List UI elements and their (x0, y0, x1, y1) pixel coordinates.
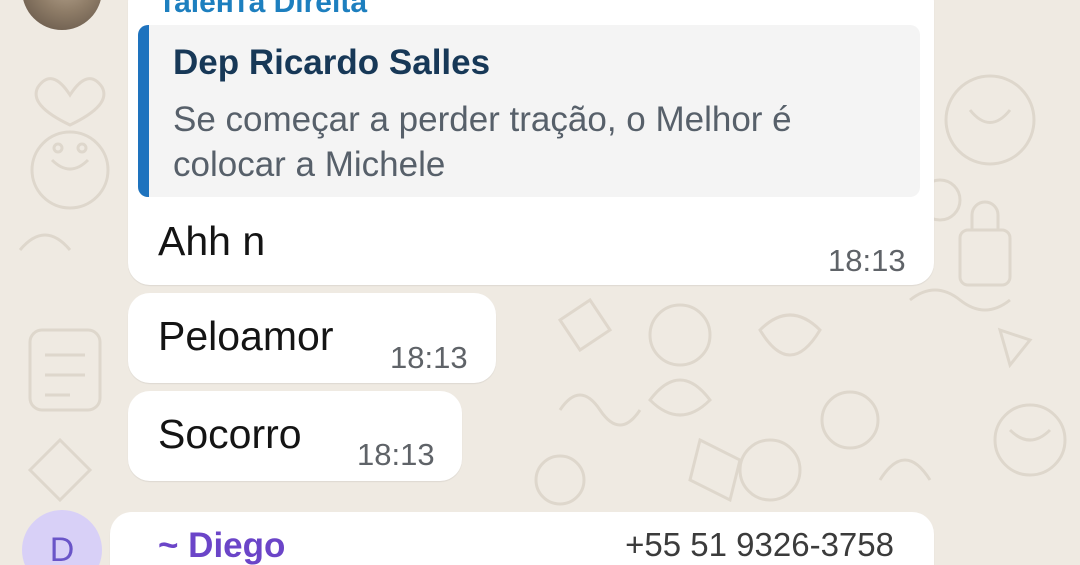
message-text: Peloamor (158, 313, 334, 359)
message-time: 18:13 (357, 437, 435, 472)
message-time: 18:13 (828, 243, 906, 278)
message-sender-name[interactable]: ~ Diego (158, 526, 285, 565)
sender-phone-number: +55 51 9326-3758 (625, 526, 894, 563)
message-time: 18:13 (390, 340, 468, 375)
quoted-text: Se começar a perder tração, o Melhor é c… (173, 100, 792, 184)
quote-accent-bar (138, 25, 149, 197)
message-text: Socorro (158, 411, 302, 457)
quoted-sender: Dep Ricardo Salles (173, 43, 491, 82)
message-text: Ahh n (158, 218, 266, 264)
quoted-message[interactable]: Dep Ricardo Salles Se começar a perder t… (138, 25, 920, 197)
message-sender-name[interactable]: Talента Direita (158, 0, 367, 20)
